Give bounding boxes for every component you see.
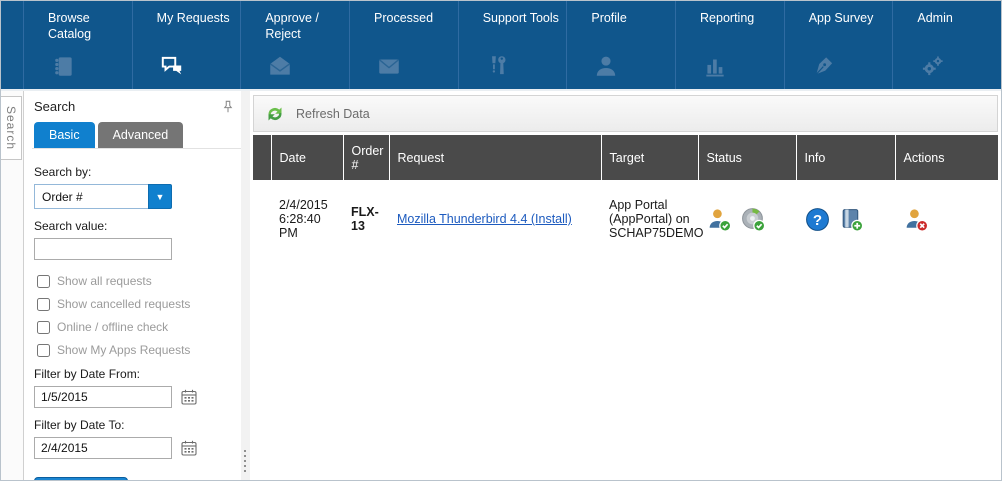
top-navigation: Browse Catalog My Requests Approve / Rej… [1,1,1001,89]
date-from-input[interactable] [34,386,172,408]
show-my-apps-requests-checkbox[interactable] [37,344,50,357]
search-value-label: Search value: [34,219,231,233]
column-header-request[interactable]: Request [389,135,601,180]
grid-toolbar: Refresh Data [253,95,998,132]
refresh-icon[interactable] [263,102,287,126]
row-date: 2/4/2015 6:28:40 PM [271,180,343,258]
search-button[interactable]: Search [34,477,128,481]
column-header-order[interactable]: Order # [343,135,389,180]
date-to-input[interactable] [34,437,172,459]
pin-icon[interactable] [221,100,235,114]
cancel-request-icon[interactable] [903,206,930,233]
action-icons [903,206,990,233]
add-software-icon[interactable] [838,206,865,233]
table-row: 2/4/2015 6:28:40 PM FLX-13 Mozilla Thund… [253,180,998,258]
checkbox-online-offline-check[interactable]: Online / offline check [34,320,231,334]
search-form: Search by: Order # ▼ Search value: Show … [32,149,241,481]
row-order-number: FLX-13 [343,180,389,258]
splitter-grip-icon [244,450,246,472]
search-by-dropdown[interactable]: Order # ▼ [34,184,172,209]
refresh-data-label[interactable]: Refresh Data [296,107,370,121]
content-area: Search Search Basic Advanced Search by: … [1,89,1001,480]
search-by-selected-value: Order # [34,184,148,209]
bar-chart-icon [702,53,728,79]
search-panel-header: Search [32,97,241,122]
row-select-cell [253,180,271,258]
nav-support-tools[interactable]: Support Tools [458,1,567,89]
show-cancelled-requests-checkbox[interactable] [37,298,50,311]
side-tab-strip: Search [1,91,23,480]
nav-admin[interactable]: Admin [892,1,1001,89]
table-header-row: Date Order # Request Target Status Info … [253,135,998,180]
search-vertical-tab[interactable]: Search [1,96,22,160]
requests-main-area: Refresh Data Date Order # Request Target… [250,91,1001,480]
info-icons: ? [804,206,887,233]
nav-app-survey[interactable]: App Survey [784,1,893,89]
pen-icon [811,53,837,79]
install-complete-icon [740,206,767,233]
nav-processed[interactable]: Processed [349,1,458,89]
help-icon[interactable]: ? [804,206,831,233]
status-icons [706,206,788,233]
show-all-requests-checkbox[interactable] [37,275,50,288]
column-header-date[interactable]: Date [271,135,343,180]
search-panel-title: Search [34,99,75,114]
user-approved-icon [706,206,733,233]
tools-icon [485,53,511,79]
tab-basic[interactable]: Basic [34,122,95,148]
search-panel: Search Basic Advanced Search by: Order #… [23,91,241,480]
column-header-actions[interactable]: Actions [895,135,998,180]
app-portal-window: Browse Catalog My Requests Approve / Rej… [0,0,1002,481]
column-header-target[interactable]: Target [601,135,698,180]
search-by-label: Search by: [34,165,231,179]
gears-icon [919,53,945,79]
envelope-icon [376,53,402,79]
nav-approve-reject[interactable]: Approve / Reject [240,1,349,89]
tab-advanced[interactable]: Advanced [98,122,184,148]
nav-reporting[interactable]: Reporting [675,1,784,89]
chevron-down-icon[interactable]: ▼ [148,184,172,209]
nav-profile[interactable]: Profile [566,1,675,89]
open-envelope-icon [267,53,293,79]
svg-text:?: ? [813,211,822,228]
nav-left-spacer [1,1,23,89]
checkbox-show-cancelled-requests[interactable]: Show cancelled requests [34,297,231,311]
calendar-icon[interactable] [180,388,198,406]
checkbox-show-all-requests[interactable]: Show all requests [34,274,231,288]
sidebar-splitter[interactable] [241,91,250,480]
column-header-status[interactable]: Status [698,135,796,180]
chat-icon [159,53,185,79]
search-value-input[interactable] [34,238,172,260]
request-link[interactable]: Mozilla Thunderbird 4.4 (Install) [397,212,572,226]
row-target: App Portal (AppPortal) on SCHAP75DEMO [601,180,698,258]
person-icon [593,53,619,79]
search-panel-tabs: Basic Advanced [32,122,241,149]
nav-my-requests[interactable]: My Requests [132,1,241,89]
date-from-label: Filter by Date From: [34,367,231,381]
nav-browse-catalog[interactable]: Browse Catalog [23,1,132,89]
requests-table: Date Order # Request Target Status Info … [253,135,998,258]
catalog-icon [50,53,76,79]
date-to-label: Filter by Date To: [34,418,231,432]
calendar-icon[interactable] [180,439,198,457]
column-header-info[interactable]: Info [796,135,895,180]
online-offline-check-checkbox[interactable] [37,321,50,334]
checkbox-show-my-apps-requests[interactable]: Show My Apps Requests [34,343,231,357]
column-header-select [253,135,271,180]
